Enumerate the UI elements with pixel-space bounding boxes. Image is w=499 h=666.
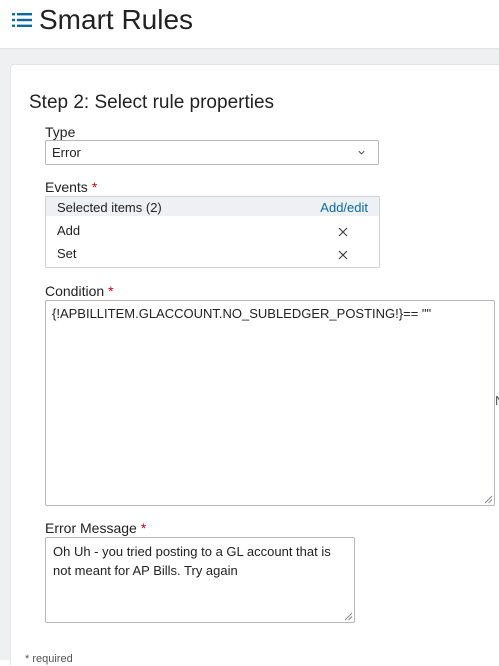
required-mark: * [108,283,114,299]
error-message-label: Error Message * [45,520,146,536]
required-mark: * [91,179,98,195]
events-label-text: Events [45,179,88,195]
resize-grip-icon[interactable] [344,612,353,621]
condition-value: {!APBILLITEM.GLACCOUNT.NO_SUBLEDGER_POST… [52,306,432,321]
step-title: Step 2: Select rule properties [29,92,275,113]
chevron-down-icon [358,150,365,155]
type-label: Type [45,124,76,140]
type-select-value: Error [52,145,81,160]
resize-grip-icon[interactable] [484,495,493,504]
error-message-value: Oh Uh - you tried posting to a GL accoun… [53,544,331,578]
condition-label: Condition * [45,283,114,299]
events-list-header: Selected items (2) Add/edit [46,197,379,216]
required-mark: * [140,520,147,536]
error-message-label-text: Error Message [45,520,137,536]
page-header: Smart Rules [0,0,499,48]
list-icon[interactable] [12,12,32,28]
remove-set-close-icon[interactable] [338,250,348,260]
events-label: Events * [45,179,97,195]
remove-add-close-icon[interactable] [338,227,348,237]
required-footnote: * required [25,653,73,665]
event-item-set: Set [57,246,77,261]
page-title: Smart Rules [39,4,194,35]
condition-textarea[interactable]: {!APBILLITEM.GLACCOUNT.NO_SUBLEDGER_POST… [45,300,495,506]
type-select[interactable]: Error [45,140,379,165]
event-item-add: Add [57,223,81,238]
error-message-textarea[interactable]: Oh Uh - you tried posting to a GL accoun… [45,537,355,623]
condition-label-text: Condition [45,283,105,299]
edge-glyph: N [495,393,499,409]
add-edit-link[interactable]: Add/edit [320,200,368,215]
events-list: Selected items (2) Add/edit Add Set [45,196,380,268]
selected-items-count: Selected items (2) [57,200,162,215]
